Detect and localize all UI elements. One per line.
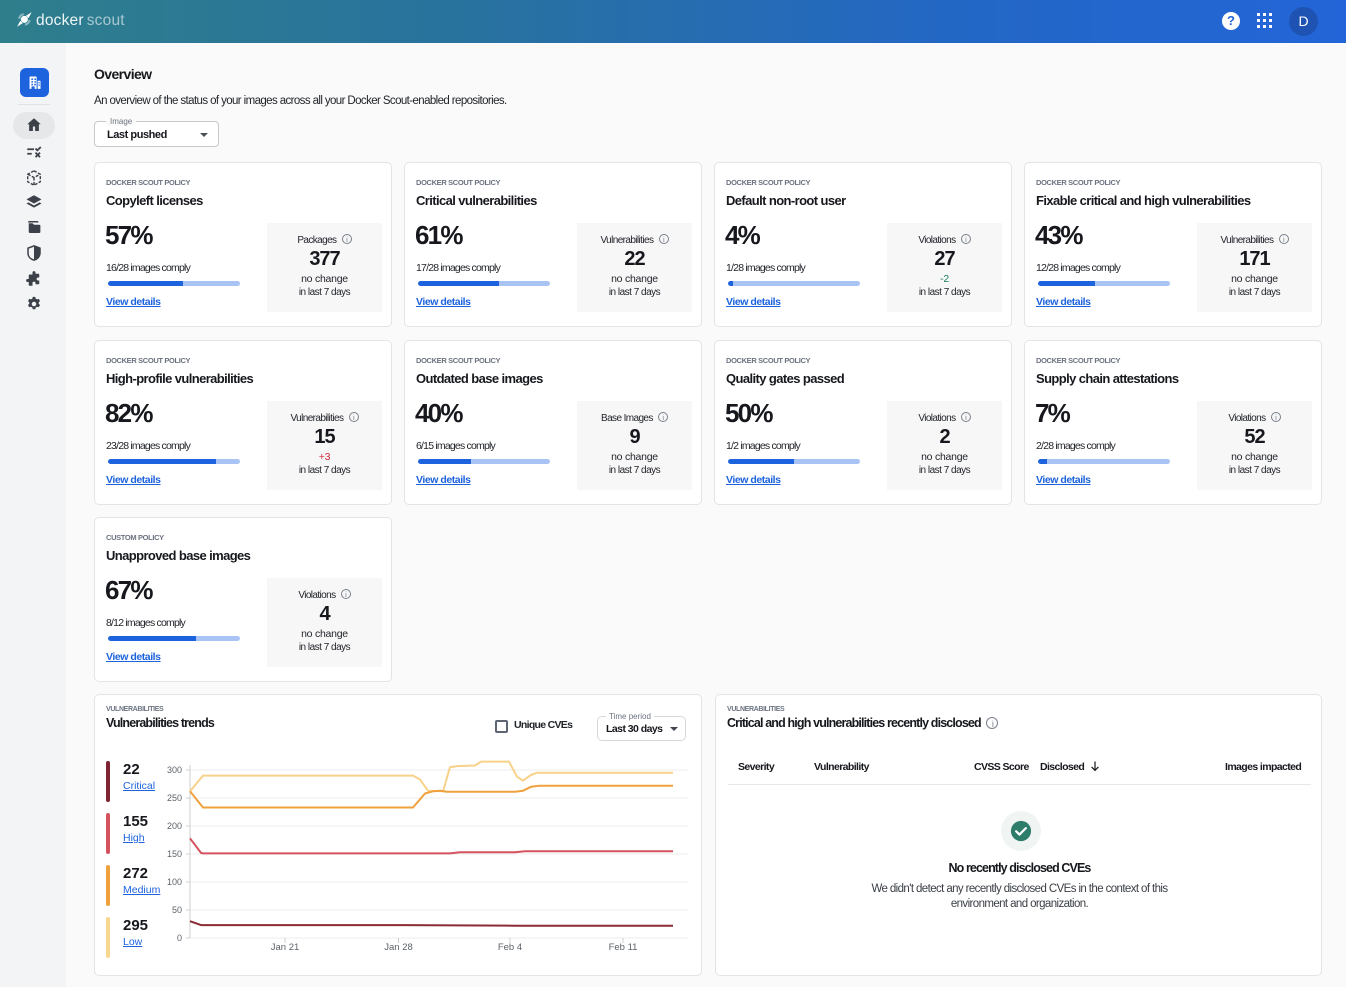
svg-text:Feb 4: Feb 4 xyxy=(498,942,522,953)
svg-text:100: 100 xyxy=(167,877,182,887)
svg-text:300: 300 xyxy=(167,765,182,775)
svg-text:Feb 11: Feb 11 xyxy=(609,942,638,953)
svg-text:0: 0 xyxy=(177,933,182,943)
svg-text:150: 150 xyxy=(167,849,182,859)
svg-text:200: 200 xyxy=(167,821,182,831)
svg-text:250: 250 xyxy=(167,793,182,803)
svg-text:Jan 28: Jan 28 xyxy=(384,942,413,953)
svg-text:Jan 21: Jan 21 xyxy=(271,942,300,953)
svg-text:50: 50 xyxy=(172,905,182,915)
